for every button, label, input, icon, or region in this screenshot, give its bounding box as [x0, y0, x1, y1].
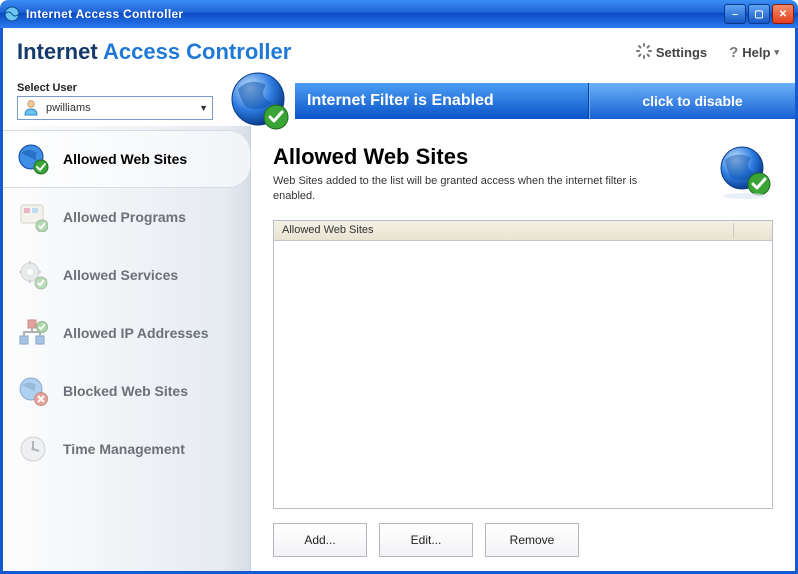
help-button[interactable]: ? Help ▾: [729, 44, 779, 61]
page-description: Web Sites added to the list will be gran…: [273, 174, 653, 204]
status-banner: Internet Filter is Enabled click to disa…: [295, 83, 795, 119]
user-icon: [22, 98, 46, 119]
list-column-header[interactable]: Allowed Web Sites: [274, 221, 772, 241]
action-buttons: Add... Edit... Remove: [273, 523, 773, 557]
sidebar-item-label: Allowed Services: [63, 267, 178, 283]
sidebar-item-label: Time Management: [63, 441, 185, 457]
globe-blocked-icon: [17, 375, 49, 407]
app-title: Internet Access Controller: [17, 39, 291, 65]
programs-icon: [17, 201, 49, 233]
chevron-down-icon: ▾: [774, 47, 779, 58]
sidebar: Allowed Web Sites Allowed Programs: [3, 126, 251, 571]
edit-button[interactable]: Edit...: [379, 523, 473, 557]
page-title: Allowed Web Sites: [273, 144, 717, 170]
settings-button[interactable]: Settings: [636, 43, 707, 62]
add-button[interactable]: Add...: [273, 523, 367, 557]
user-select-value: pwilliams: [46, 102, 199, 114]
app-icon: [4, 6, 20, 22]
user-label: Select User: [17, 82, 213, 94]
sidebar-item-time-management[interactable]: Time Management: [3, 420, 250, 478]
sidebar-item-blocked-web-sites[interactable]: Blocked Web Sites: [3, 362, 250, 420]
banner-globe: [225, 69, 295, 133]
subhead: Select User pwilliams ▼: [3, 76, 795, 126]
sidebar-item-label: Blocked Web Sites: [63, 383, 188, 399]
remove-button[interactable]: Remove: [485, 523, 579, 557]
loading-spinner-icon: [636, 43, 652, 62]
globe-check-icon: [17, 143, 49, 175]
status-text: Internet Filter is Enabled: [295, 83, 589, 119]
ip-icon: [17, 317, 49, 349]
sidebar-item-label: Allowed Programs: [63, 209, 186, 225]
sidebar-item-allowed-web-sites[interactable]: Allowed Web Sites: [3, 130, 251, 188]
window-frame: Internet Access Controller Settings ? He…: [0, 28, 798, 574]
content-panel: Allowed Web Sites Web Sites added to the…: [251, 126, 795, 571]
window-title: Internet Access Controller: [26, 7, 722, 21]
sidebar-item-label: Allowed Web Sites: [63, 151, 187, 167]
allowed-sites-list[interactable]: Allowed Web Sites: [273, 220, 773, 509]
main: Allowed Web Sites Allowed Programs: [3, 126, 795, 571]
help-icon: ?: [729, 44, 738, 61]
window-close-button[interactable]: ✕: [772, 4, 794, 24]
content-head: Allowed Web Sites Web Sites added to the…: [273, 144, 773, 204]
toggle-filter-button[interactable]: click to disable: [589, 83, 795, 119]
titlebar: Internet Access Controller – ▢ ✕: [0, 0, 798, 28]
clock-icon: [17, 433, 49, 465]
window-maximize-button[interactable]: ▢: [748, 4, 770, 24]
sidebar-item-allowed-programs[interactable]: Allowed Programs: [3, 188, 250, 246]
services-icon: [17, 259, 49, 291]
user-select[interactable]: pwilliams ▼: [17, 96, 213, 120]
sidebar-item-label: Allowed IP Addresses: [63, 325, 209, 341]
window-minimize-button[interactable]: –: [724, 4, 746, 24]
header: Internet Access Controller Settings ? He…: [3, 28, 795, 76]
chevron-down-icon: ▼: [199, 103, 208, 113]
globe-check-large-icon: [717, 144, 773, 200]
sidebar-item-allowed-ip-addresses[interactable]: Allowed IP Addresses: [3, 304, 250, 362]
user-selector-group: Select User pwilliams ▼: [3, 82, 225, 120]
sidebar-item-allowed-services[interactable]: Allowed Services: [3, 246, 250, 304]
